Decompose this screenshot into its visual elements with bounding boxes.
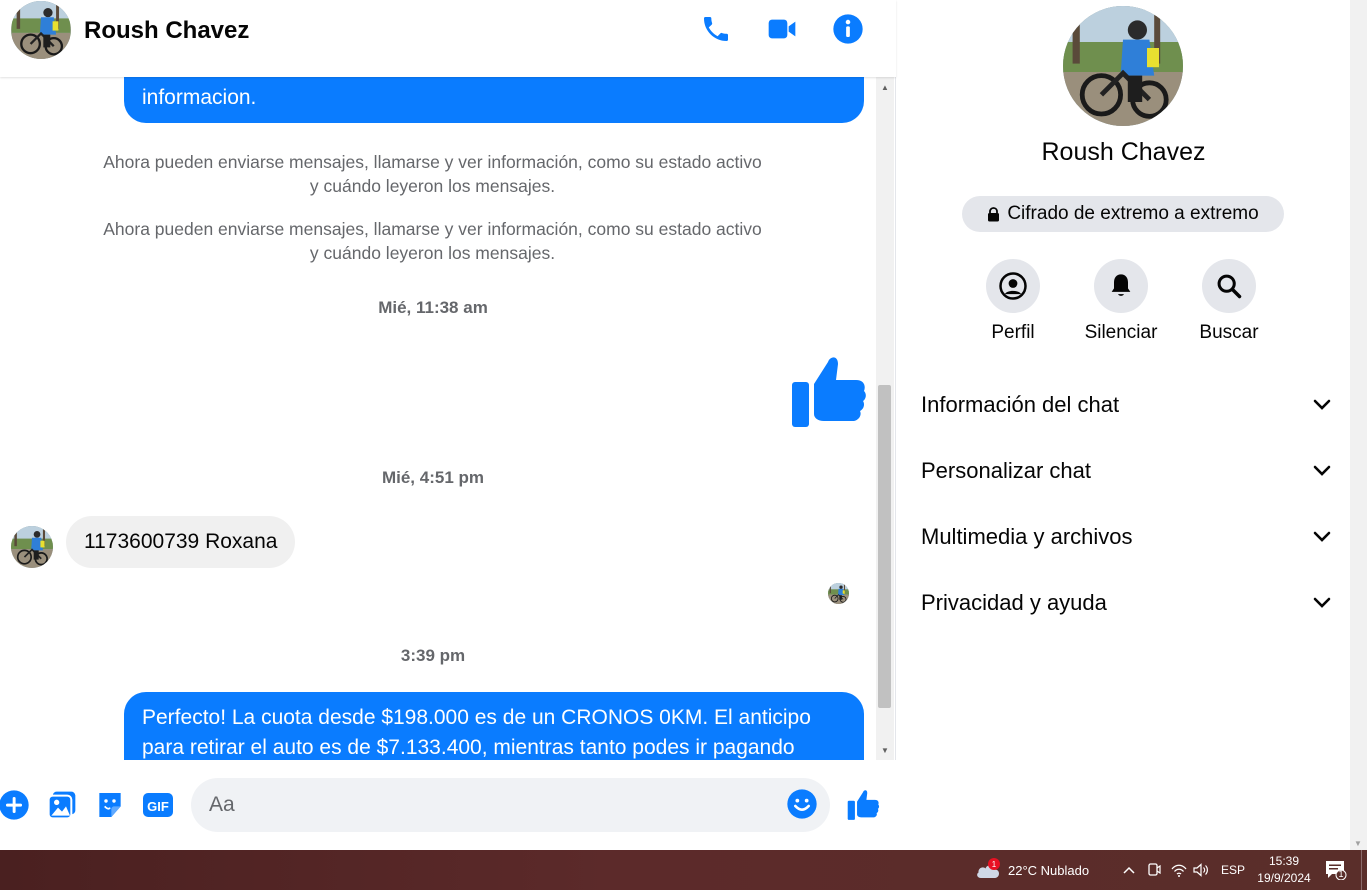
show-desktop-button[interactable] xyxy=(1361,850,1367,890)
phone-call-button[interactable] xyxy=(699,12,733,46)
info-icon xyxy=(833,14,863,44)
profile-icon xyxy=(999,272,1027,300)
section-label: Información del chat xyxy=(921,392,1120,417)
profile-name: Roush Chavez xyxy=(1041,138,1206,166)
timestamp-2: Mié, 4:51 pm xyxy=(381,468,485,487)
section-customize-chat[interactable]: Personalizar chat xyxy=(921,451,1331,491)
video-camera-icon xyxy=(768,19,796,39)
search-action-label: Buscar xyxy=(1199,322,1259,343)
network-button[interactable] xyxy=(1171,850,1187,890)
contact-avatar[interactable] xyxy=(11,1,71,59)
message-text: Perfecto! La cuota desde $198.000 es de … xyxy=(142,706,811,759)
scroll-thumb[interactable] xyxy=(878,385,891,708)
scroll-down-arrow[interactable]: ▼ xyxy=(876,742,894,758)
section-label: Personalizar chat xyxy=(921,458,1091,483)
image-icon xyxy=(47,791,76,820)
message-input[interactable] xyxy=(191,778,830,832)
profile-action-circle[interactable] xyxy=(986,259,1040,313)
chevron-down-icon xyxy=(1313,531,1331,542)
timestamp-3: 3:39 pm xyxy=(400,646,466,665)
plus-circle-icon xyxy=(0,790,29,820)
chevron-down-icon xyxy=(1313,399,1331,410)
input-language[interactable]: ESP xyxy=(1221,850,1245,890)
chevron-down-icon xyxy=(1313,465,1331,476)
wifi-icon xyxy=(1171,864,1187,877)
profile-avatar-large[interactable] xyxy=(1063,6,1183,126)
timestamp-1: Mié, 11:38 am xyxy=(378,298,488,317)
message-text: informacion. xyxy=(142,86,257,109)
action-center-button[interactable]: 1 xyxy=(1325,850,1347,890)
system-notice-1: Ahora pueden enviarse mensajes, llamarse… xyxy=(103,152,762,196)
scroll-up-arrow[interactable]: ▲ xyxy=(876,79,894,95)
outgoing-message-bottom[interactable]: Perfecto! La cuota desde $198.000 es de … xyxy=(124,692,864,760)
meet-now-button[interactable] xyxy=(1147,850,1161,890)
mute-action-label: Silenciar xyxy=(1084,322,1158,343)
message-text: 1173600739 Roxana xyxy=(84,530,278,553)
conversation-details-panel: Roush Chavez Cifrado de extremo a extrem… xyxy=(897,0,1350,850)
gif-icon: GIF xyxy=(143,793,173,817)
emoji-button[interactable] xyxy=(786,788,818,820)
gif-label: GIF xyxy=(147,799,169,814)
weather-text: 22°C Nublado xyxy=(1008,862,1090,878)
action-center-count: 1 xyxy=(1338,869,1344,879)
chevron-up-icon xyxy=(1123,866,1135,874)
system-notice-2: Ahora pueden enviarse mensajes, llamarse… xyxy=(103,219,762,263)
chat-column: Roush Chavez informacion. Ahora pueden e… xyxy=(0,0,896,850)
clock-time: 15:39 xyxy=(1268,854,1300,868)
more-actions-button[interactable] xyxy=(0,789,30,821)
sticker-button[interactable] xyxy=(94,789,126,821)
attach-photo-button[interactable] xyxy=(46,789,78,821)
thumbs-up-icon xyxy=(847,790,880,820)
sent-like-sticker[interactable] xyxy=(788,352,868,432)
chevron-down-icon xyxy=(1313,597,1331,608)
section-privacy-help[interactable]: Privacidad y ayuda xyxy=(921,583,1331,623)
smiley-icon xyxy=(787,789,817,819)
lock-icon xyxy=(988,206,1000,221)
sticker-icon xyxy=(99,793,121,817)
volume-button[interactable] xyxy=(1193,850,1209,890)
clock-date: 19/9/2024 xyxy=(1257,871,1311,885)
encryption-label: Cifrado de extremo a extremo xyxy=(1007,203,1259,224)
contact-name[interactable]: Roush Chavez xyxy=(84,17,249,45)
section-media-files[interactable]: Multimedia y archivos xyxy=(921,517,1331,557)
page-scrollbar[interactable]: ▼ xyxy=(1350,0,1367,850)
weather-badge: 1 xyxy=(988,858,1000,870)
chat-header: Roush Chavez xyxy=(0,0,896,77)
section-label: Privacidad y ayuda xyxy=(921,590,1107,615)
messenger-app: Roush Chavez informacion. Ahora pueden e… xyxy=(0,0,1367,850)
scroll-down-arrow[interactable]: ▼ xyxy=(1354,839,1362,848)
video-call-button[interactable] xyxy=(765,12,799,46)
encryption-badge[interactable]: Cifrado de extremo a extremo xyxy=(962,196,1284,232)
mute-action[interactable]: Silenciar xyxy=(1066,259,1176,344)
profile-action[interactable]: Perfil xyxy=(958,259,1068,344)
search-action[interactable]: Buscar xyxy=(1174,259,1284,344)
outgoing-message-top[interactable]: informacion. xyxy=(124,77,864,123)
device-icon xyxy=(1148,863,1161,876)
show-hidden-icons-button[interactable] xyxy=(1123,850,1135,890)
thumbs-up-icon xyxy=(792,357,866,427)
phone-icon xyxy=(704,17,728,41)
conversation-info-button[interactable] xyxy=(831,12,865,46)
message-scrollbar[interactable]: ▲ ▼ xyxy=(876,77,894,760)
bell-icon xyxy=(1111,274,1131,296)
contact-small-avatar[interactable] xyxy=(11,526,53,568)
mute-action-circle[interactable] xyxy=(1094,259,1148,313)
section-chat-info[interactable]: Información del chat xyxy=(921,385,1331,425)
message-list[interactable]: informacion. Ahora pueden enviarse mensa… xyxy=(0,77,876,760)
incoming-message[interactable]: 1173600739 Roxana xyxy=(66,516,296,568)
profile-action-label: Perfil xyxy=(991,322,1035,343)
taskbar: 22°C Nublado 1 ESP 15:39 19/9/2024 1 xyxy=(0,850,1367,890)
search-icon xyxy=(1217,274,1242,299)
read-receipt-avatar xyxy=(828,583,849,604)
weather-widget[interactable]: 22°C Nublado xyxy=(975,850,1089,890)
section-label: Multimedia y archivos xyxy=(921,524,1133,549)
send-like-button[interactable] xyxy=(845,787,881,823)
search-action-circle[interactable] xyxy=(1202,259,1256,313)
composer: GIF xyxy=(0,760,896,850)
gif-button[interactable]: GIF xyxy=(142,789,174,821)
system-clock[interactable]: 15:39 19/9/2024 xyxy=(1252,853,1316,887)
speaker-icon xyxy=(1193,863,1208,877)
